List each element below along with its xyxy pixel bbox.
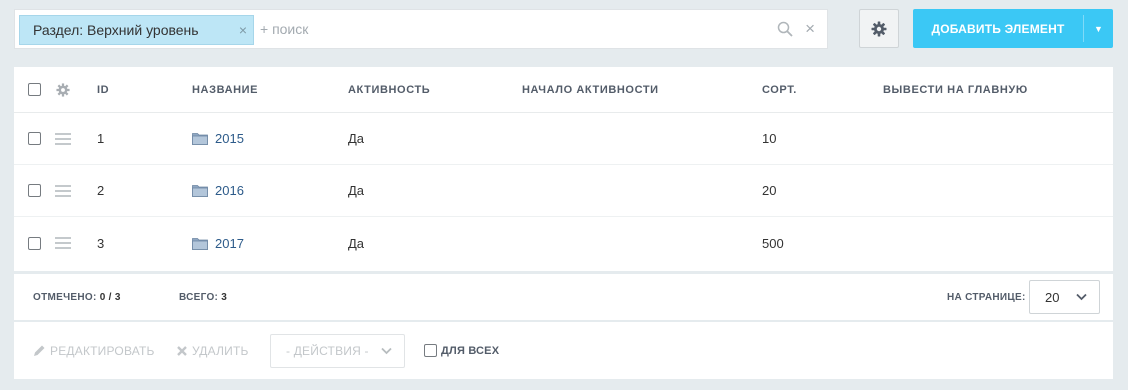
column-header-name[interactable]: НАЗВАНИЕ: [192, 67, 258, 112]
row-checkbox[interactable]: [28, 236, 41, 250]
filter-tag-remove-icon[interactable]: ×: [239, 22, 247, 38]
chevron-down-icon[interactable]: ▼: [1084, 24, 1113, 34]
search-input[interactable]: + поиск: [260, 21, 308, 37]
grid-settings-button[interactable]: [859, 9, 899, 48]
column-header-id[interactable]: ID: [97, 67, 109, 112]
clear-search-icon[interactable]: ×: [805, 19, 815, 39]
folder-icon: [192, 133, 208, 145]
filter-tag-label: Раздел: Верхний уровень: [33, 22, 199, 38]
pencil-icon: [34, 345, 45, 356]
edit-label: РЕДАКТИРОВАТЬ: [50, 344, 155, 358]
row-id: 1: [97, 131, 105, 146]
close-icon: [177, 346, 187, 356]
grid-footer: ОТМЕЧЕНО: 0 / 3 ВСЕГО: 3 НА СТРАНИЦЕ: 20: [14, 274, 1113, 320]
drag-handle-icon[interactable]: [55, 184, 71, 197]
drag-handle-icon[interactable]: [55, 237, 71, 249]
delete-label: УДАЛИТЬ: [192, 344, 249, 358]
selected-count: ОТМЕЧЕНО: 0 / 3: [33, 292, 121, 303]
actions-select[interactable]: - ДЕЙСТВИЯ -: [270, 334, 405, 368]
row-name-link[interactable]: 2015: [215, 131, 244, 146]
chevron-down-icon: [1076, 293, 1087, 301]
add-element-button[interactable]: ДОБАВИТЬ ЭЛЕМЕНТ ▼: [913, 9, 1113, 48]
row-id: 2: [97, 183, 105, 198]
row-name-link[interactable]: 2016: [215, 183, 244, 198]
per-page-select[interactable]: 20: [1029, 280, 1100, 314]
selected-count-label: ОТМЕЧЕНО:: [33, 292, 97, 303]
select-all-checkbox[interactable]: [28, 83, 41, 96]
column-header-show-on-main[interactable]: ВЫВЕСТИ НА ГЛАВНУЮ: [883, 67, 1028, 112]
total-count-label: ВСЕГО:: [179, 292, 219, 303]
delete-button[interactable]: УДАЛИТЬ: [176, 344, 249, 358]
actions-select-label: - ДЕЙСТВИЯ -: [286, 344, 369, 358]
folder-icon: [192, 185, 208, 197]
elements-grid: ID НАЗВАНИЕ АКТИВНОСТЬ НАЧАЛО АКТИВНОСТИ…: [14, 67, 1113, 271]
group-action-panel: РЕДАКТИРОВАТЬ УДАЛИТЬ - ДЕЙСТВИЯ - ДЛЯ В…: [14, 322, 1113, 379]
column-settings-gear-icon[interactable]: [56, 82, 70, 97]
folder-icon: [192, 237, 208, 250]
grid-header-row: ID НАЗВАНИЕ АКТИВНОСТЬ НАЧАЛО АКТИВНОСТИ…: [14, 67, 1113, 113]
row-sort: 20: [762, 183, 777, 198]
table-row[interactable]: 2 2016 Да 20: [14, 165, 1113, 217]
edit-button[interactable]: РЕДАКТИРОВАТЬ: [32, 344, 155, 358]
per-page-value: 20: [1045, 289, 1060, 305]
selected-count-value: 0 / 3: [99, 292, 121, 303]
for-all-label: ДЛЯ ВСЕХ: [441, 344, 500, 357]
search-icon[interactable]: [777, 21, 793, 37]
chevron-down-icon: [381, 347, 392, 355]
row-sort: 10: [762, 131, 777, 146]
row-id: 3: [97, 235, 105, 251]
column-header-active-from[interactable]: НАЧАЛО АКТИВНОСТИ: [522, 67, 659, 112]
filter-search-bar[interactable]: Раздел: Верхний уровень × + поиск ×: [14, 9, 828, 49]
row-active: Да: [348, 235, 365, 251]
for-all-checkbox[interactable]: [424, 344, 437, 357]
table-row[interactable]: 3 2017 Да 500: [14, 217, 1113, 269]
per-page-label: НА СТРАНИЦЕ:: [947, 292, 1026, 303]
row-checkbox[interactable]: [28, 184, 41, 197]
table-row[interactable]: 1 2015 Да 10: [14, 113, 1113, 165]
column-header-sort[interactable]: СОРТ.: [762, 67, 797, 112]
drag-handle-icon[interactable]: [55, 132, 71, 145]
row-active: Да: [348, 183, 365, 198]
row-name-link[interactable]: 2017: [215, 236, 244, 251]
total-count-value: 3: [221, 292, 228, 303]
column-header-active[interactable]: АКТИВНОСТЬ: [348, 67, 430, 112]
total-count: ВСЕГО: 3: [179, 292, 227, 303]
filter-tag-section[interactable]: Раздел: Верхний уровень ×: [19, 15, 254, 45]
for-all-toggle[interactable]: ДЛЯ ВСЕХ: [424, 344, 499, 357]
row-checkbox[interactable]: [28, 132, 41, 145]
add-element-label: ДОБАВИТЬ ЭЛЕМЕНТ: [931, 21, 1065, 36]
row-active: Да: [348, 131, 365, 146]
row-sort: 500: [762, 235, 784, 251]
gear-icon: [871, 21, 887, 36]
